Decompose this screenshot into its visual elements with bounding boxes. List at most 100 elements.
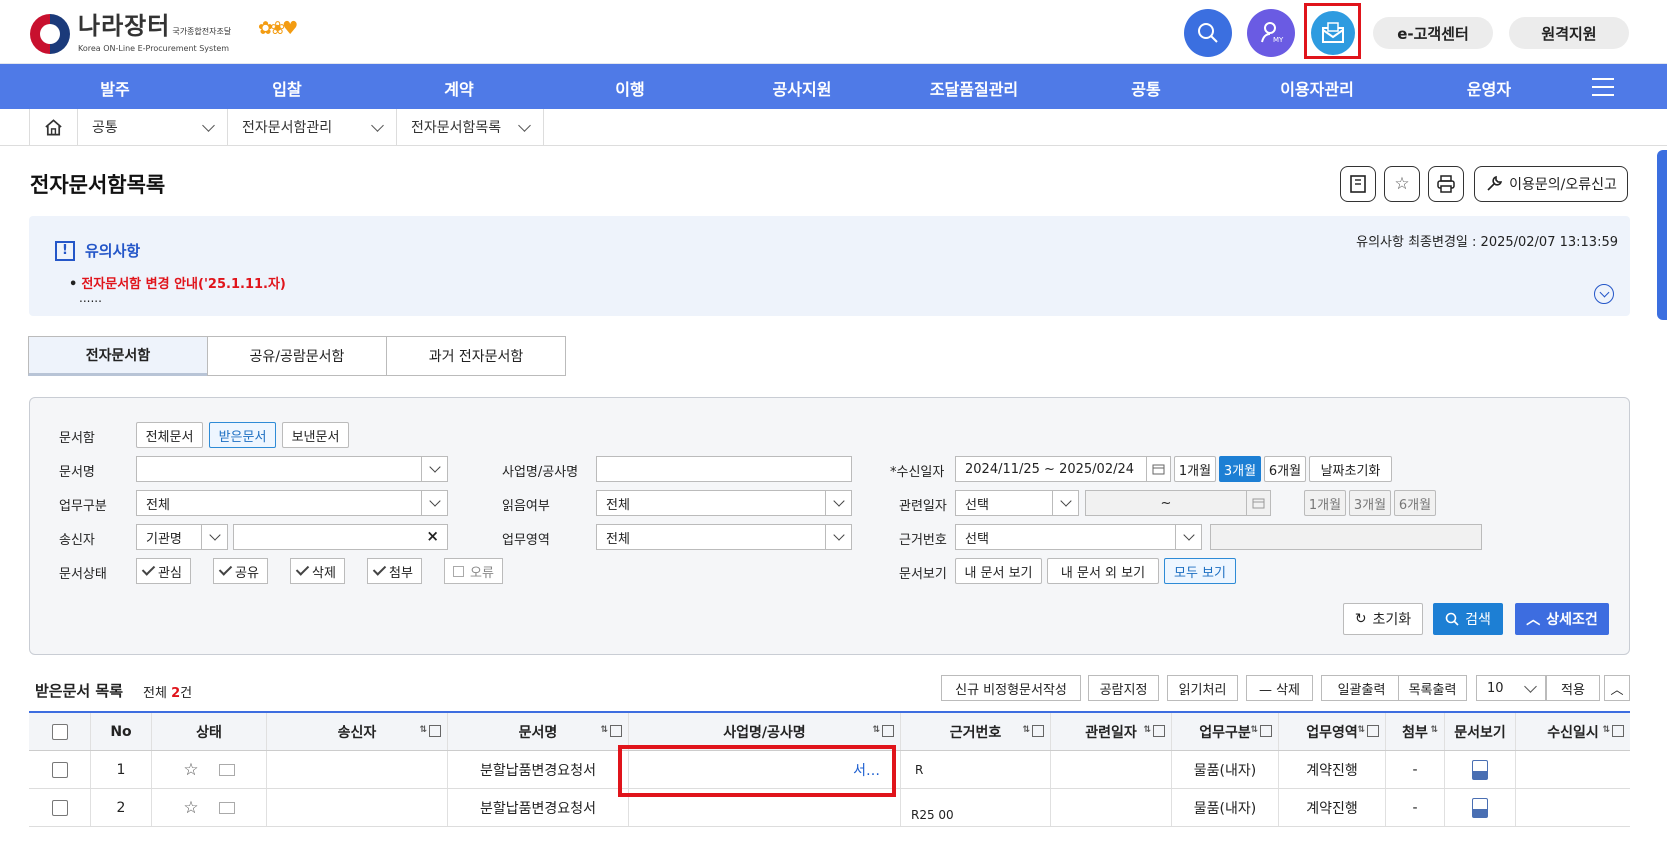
read-select[interactable]: 전체 — [596, 490, 852, 516]
manual-button[interactable] — [1340, 166, 1376, 202]
detail-condition-button[interactable]: ︿ 상세조건 — [1515, 603, 1609, 635]
apply-button[interactable]: 적용 — [1546, 675, 1600, 701]
document-view-icon[interactable] — [1472, 759, 1488, 780]
period-3m-button[interactable]: 3개월 — [1219, 456, 1261, 482]
area-select[interactable]: 전체 — [596, 524, 852, 550]
bizname-input[interactable] — [596, 456, 852, 482]
cell-docname[interactable]: 분할납품변경요청서 — [448, 789, 629, 826]
col-header[interactable]: 송신자 ⇅ — [267, 713, 448, 750]
sort-icon[interactable]: ⇅ — [419, 725, 441, 737]
task-select[interactable]: 전체 — [136, 490, 448, 516]
basis-select[interactable]: 선택 — [955, 524, 1202, 550]
view-all-button[interactable]: 모두 보기 — [1164, 558, 1236, 584]
select-all-checkbox[interactable] — [29, 713, 91, 750]
remote-support-button[interactable]: 원격지원 — [1509, 17, 1629, 49]
nav-item[interactable]: 이용자관리 — [1280, 76, 1354, 100]
my-page-button[interactable]: MY — [1247, 9, 1295, 57]
col-header[interactable]: 첨부 ⇅ — [1386, 713, 1445, 750]
side-tab[interactable] — [1657, 150, 1667, 320]
view-mine-button[interactable]: 내 문서 보기 — [955, 558, 1042, 584]
nav-item[interactable]: 공통 — [1131, 76, 1160, 100]
period-6m-button[interactable]: 6개월 — [1264, 456, 1306, 482]
clear-icon[interactable]: × — [426, 527, 439, 545]
nav-item[interactable]: 발주 — [100, 76, 129, 100]
sort-icon[interactable]: ⇅ — [1250, 725, 1272, 737]
cell-no: 1 — [91, 751, 152, 788]
inquiry-button[interactable]: 이용문의/오류신고 — [1474, 166, 1628, 202]
nav-item[interactable]: 계약 — [444, 76, 473, 100]
sort-icon[interactable]: ⇅ — [1357, 725, 1379, 737]
status-delete-checkbox[interactable]: 삭제 — [290, 558, 345, 584]
view-others-button[interactable]: 내 문서 외 보기 — [1047, 558, 1159, 584]
col-header[interactable]: 근거번호 ⇅ — [901, 713, 1051, 750]
document-view-icon[interactable] — [1472, 797, 1488, 818]
sort-icon[interactable]: ⇅ — [872, 725, 894, 737]
breadcrumb-item[interactable]: 전자문서함목록 — [397, 109, 544, 145]
collapse-button[interactable]: ︿ — [1604, 675, 1630, 701]
sort-icon[interactable]: ⇅ — [1430, 725, 1438, 735]
tab-past-docbox[interactable]: 과거 전자문서함 — [386, 336, 566, 376]
search-button[interactable] — [1184, 9, 1232, 57]
sender-input[interactable]: × — [233, 524, 448, 550]
new-doc-button[interactable]: 신규 비정형문서작성 — [941, 675, 1081, 701]
col-header[interactable]: 수신일시 ⇅ — [1516, 713, 1630, 750]
tab-e-docbox[interactable]: 전자문서함 — [28, 336, 208, 376]
status-share-checkbox[interactable]: 공유 — [213, 558, 268, 584]
sort-icon[interactable]: ⇅ — [1022, 725, 1044, 737]
print-button[interactable] — [1428, 166, 1464, 202]
docbox-received-button[interactable]: 받은문서 — [209, 422, 276, 448]
cell-docname[interactable]: 분할납품변경요청서 — [448, 751, 629, 788]
batch-print-button[interactable]: 일괄출력 — [1321, 675, 1402, 701]
sort-icon[interactable]: ⇅ — [1143, 725, 1165, 737]
home-button[interactable] — [30, 109, 78, 145]
docname-select[interactable] — [136, 456, 448, 482]
col-header[interactable]: 업무구분 ⇅ — [1172, 713, 1279, 750]
expand-icon[interactable] — [1594, 284, 1614, 304]
star-icon[interactable]: ☆ — [183, 798, 198, 818]
search-submit-button[interactable]: 검색 — [1433, 603, 1503, 635]
delete-button[interactable]: — 삭제 — [1246, 675, 1313, 701]
reldate-select[interactable]: 선택 — [955, 490, 1079, 516]
e-document-button[interactable] — [1311, 11, 1355, 55]
breadcrumb-item[interactable]: 공통 — [78, 109, 228, 145]
customer-center-button[interactable]: e-고객센터 — [1373, 17, 1493, 49]
status-attach-checkbox[interactable]: 첨부 — [367, 558, 422, 584]
nav-item[interactable]: 입찰 — [272, 76, 301, 100]
col-header[interactable]: 업무영역 ⇅ — [1279, 713, 1386, 750]
cell-view[interactable] — [1445, 751, 1516, 788]
sort-icon[interactable]: ⇅ — [1602, 725, 1624, 737]
status-error-checkbox[interactable]: 오류 — [444, 558, 503, 584]
sender-type-select[interactable]: 기관명 — [136, 524, 228, 550]
date-reset-button[interactable]: 날짜초기화 — [1309, 456, 1392, 482]
cell-view[interactable] — [1445, 789, 1516, 826]
list-print-button[interactable]: 목록출력 — [1398, 675, 1467, 701]
logo[interactable]: 나라장터 국가종합전자조달 Korea ON-Line E-Procurement… — [30, 14, 231, 54]
docbox-all-button[interactable]: 전체문서 — [136, 422, 203, 448]
sort-icon[interactable]: ⇅ — [600, 725, 622, 737]
chevron-down-icon — [202, 118, 215, 132]
nav-item[interactable]: 운영자 — [1467, 76, 1511, 100]
col-header[interactable]: 문서명 ⇅ — [448, 713, 629, 750]
docbox-sent-button[interactable]: 보낸문서 — [282, 422, 349, 448]
reset-button[interactable]: ↻ 초기화 — [1343, 603, 1423, 635]
menu-icon[interactable] — [1592, 78, 1614, 96]
notice-item[interactable]: 전자문서함 변경 안내('25.1.11.자) — [69, 273, 286, 292]
star-icon[interactable]: ☆ — [183, 760, 198, 780]
favorite-button[interactable]: ☆ — [1384, 166, 1420, 202]
status-interest-checkbox[interactable]: 관심 — [136, 558, 191, 584]
nav-item[interactable]: 이행 — [615, 76, 644, 100]
tab-shared-docbox[interactable]: 공유/공람문서함 — [207, 336, 387, 376]
recvdate-range-input[interactable]: 2024/11/25 ~ 2025/02/24 — [955, 456, 1171, 482]
row-checkbox[interactable] — [29, 789, 91, 826]
col-header[interactable]: 관련일자 ⇅ — [1051, 713, 1172, 750]
period-1m-button[interactable]: 1개월 — [1174, 456, 1216, 482]
basis-input[interactable] — [1210, 524, 1482, 550]
page-size-select[interactable]: 10 — [1476, 675, 1546, 701]
circulate-button[interactable]: 공람지정 — [1088, 675, 1159, 701]
col-header-label: 수신일시 — [1547, 724, 1599, 741]
nav-item[interactable]: 공사지원 — [773, 76, 832, 100]
row-checkbox[interactable] — [29, 751, 91, 788]
mark-read-button[interactable]: 읽기처리 — [1167, 675, 1238, 701]
breadcrumb-item[interactable]: 전자문서함관리 — [228, 109, 397, 145]
nav-item[interactable]: 조달품질관리 — [930, 76, 1018, 100]
